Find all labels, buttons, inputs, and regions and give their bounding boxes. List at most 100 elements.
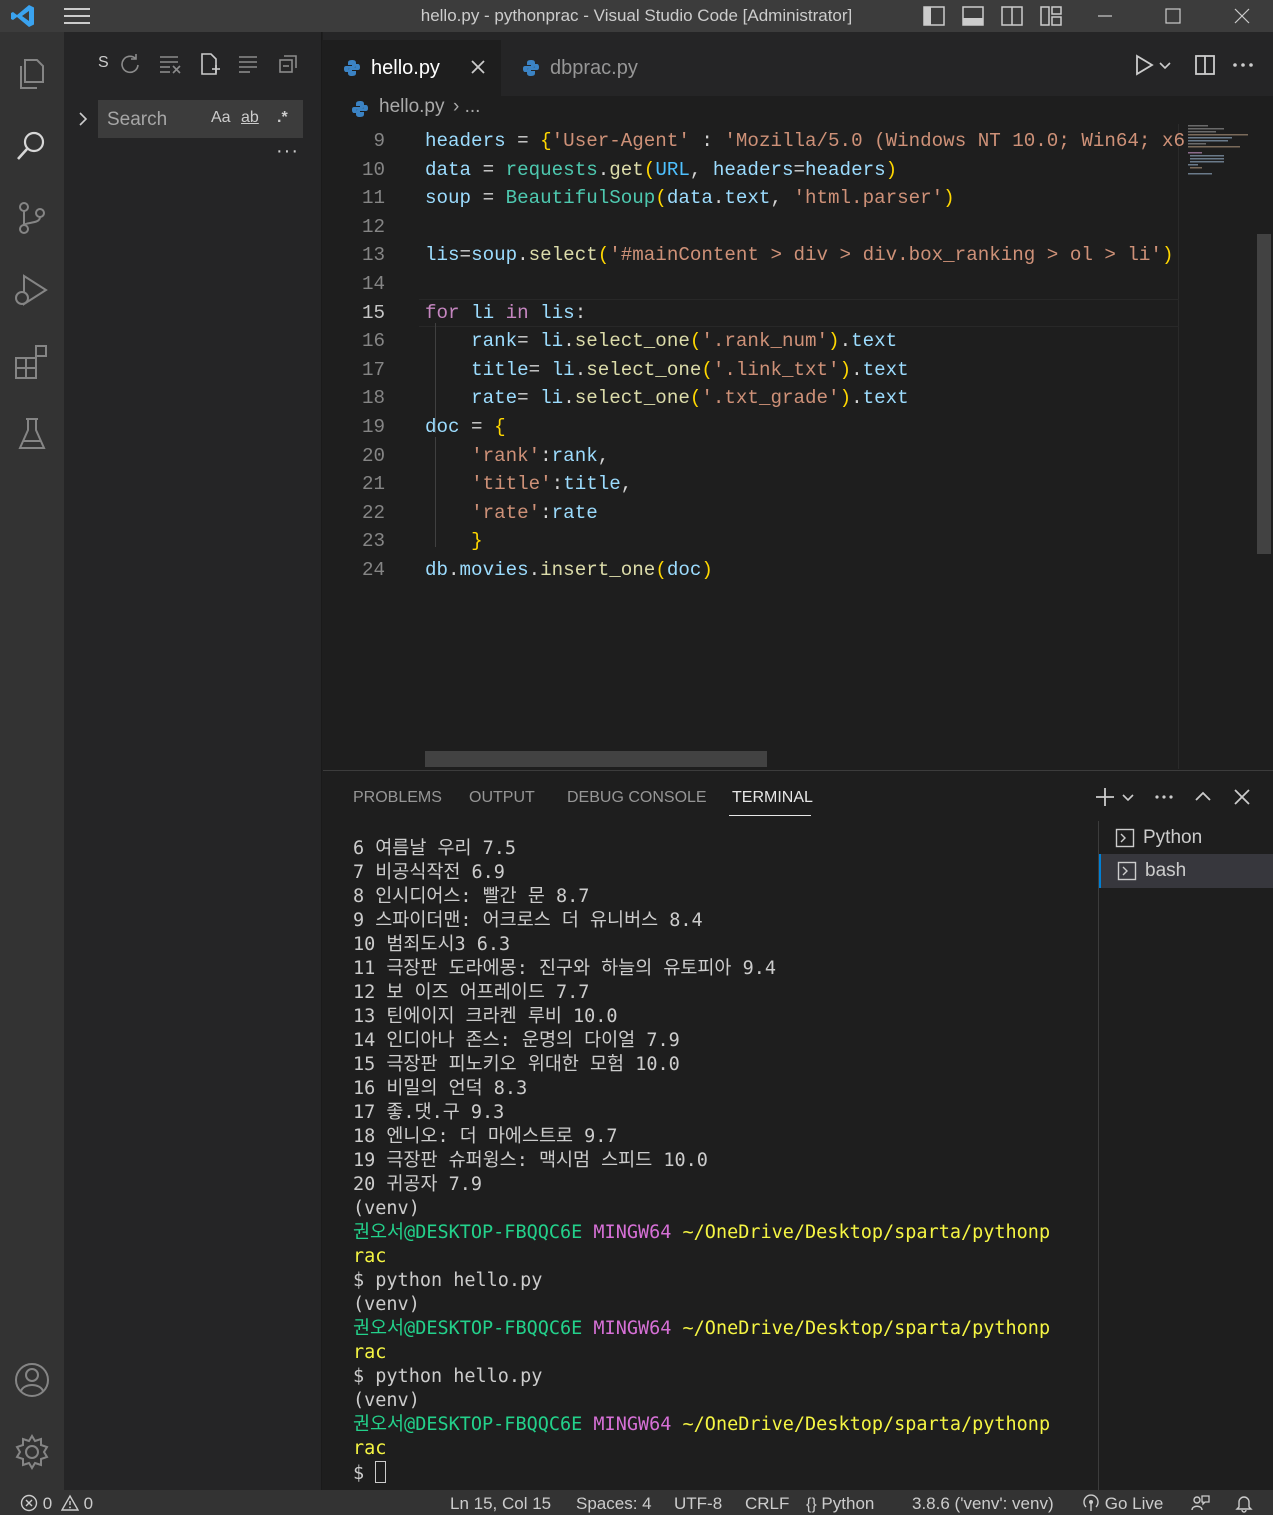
- terminal-line: 권오서@DESKTOP-FBQQC6E MINGW64 ~/OneDrive/D…: [353, 1318, 1051, 1339]
- source-control-icon[interactable]: [12, 198, 52, 238]
- terminal-icon: [1115, 828, 1135, 848]
- broadcast-icon: [1083, 1494, 1099, 1511]
- braces-icon: {}: [806, 1496, 817, 1513]
- collapse-all-icon[interactable]: [276, 52, 300, 76]
- search-icon[interactable]: [12, 126, 52, 166]
- bottom-panel: PROBLEMS OUTPUT DEBUG CONSOLE TERMINAL 6…: [323, 770, 1273, 1491]
- code-line[interactable]: 9 headers = {'User-Agent' : 'Mozilla/5.0 …: [323, 127, 1185, 155]
- customize-layout-icon[interactable]: [1038, 4, 1064, 28]
- close-window-icon[interactable]: [1229, 4, 1255, 28]
- close-tab-icon[interactable]: [469, 58, 487, 76]
- more-actions-icon[interactable]: [1230, 52, 1256, 78]
- horizontal-scrollbar[interactable]: [425, 751, 767, 767]
- notifications-bell-icon[interactable]: [1234, 1493, 1254, 1513]
- search-input[interactable]: [107, 107, 207, 133]
- toggle-sidebar-icon[interactable]: [921, 4, 947, 28]
- match-case-toggle[interactable]: Aa: [211, 109, 231, 127]
- line-source: title= li.select_one('.link_txt').text: [471, 358, 909, 381]
- code-line[interactable]: 13 lis=soup.select('#mainContent > div > …: [323, 241, 1183, 269]
- maximize-icon[interactable]: [1160, 4, 1186, 28]
- code-line[interactable]: 10 data = requests.get(URL, headers=heade…: [323, 156, 1183, 184]
- close-panel-icon[interactable]: [1230, 785, 1254, 809]
- line-number: 13: [361, 244, 385, 267]
- code-line[interactable]: 20 'rank':rank,: [323, 442, 1183, 470]
- code-line[interactable]: 14: [323, 270, 1183, 298]
- tab-label: hello.py: [371, 56, 440, 79]
- explorer-icon[interactable]: [12, 54, 52, 94]
- vscode-logo-icon[interactable]: [10, 3, 36, 29]
- testing-flask-icon[interactable]: [12, 414, 52, 454]
- breadcrumb-file[interactable]: hello.py: [379, 96, 445, 118]
- terminal-line: 권오서@DESKTOP-FBQQC6E MINGW64 ~/OneDrive/D…: [353, 1222, 1051, 1243]
- terminal-profile-chevron-icon[interactable]: [1120, 785, 1136, 809]
- tab-terminal[interactable]: TERMINAL: [732, 789, 813, 807]
- code-line[interactable]: 24 db.movies.insert_one(doc): [323, 556, 1183, 584]
- terminal-line: $ python hello.py: [353, 1366, 543, 1387]
- tab-debug-console[interactable]: DEBUG CONSOLE: [567, 789, 707, 807]
- encoding[interactable]: UTF-8: [674, 1494, 722, 1514]
- breadcrumb: hello.py › ...: [323, 96, 1273, 124]
- new-search-editor-icon[interactable]: [198, 52, 222, 76]
- window-title: hello.py - pythonprac - Visual Studio Co…: [420, 6, 853, 25]
- new-terminal-plus-icon[interactable]: [1093, 785, 1117, 809]
- tab-problems[interactable]: PROBLEMS: [353, 789, 442, 807]
- maximize-panel-chevron-up-icon[interactable]: [1191, 785, 1215, 809]
- accounts-icon[interactable]: [12, 1360, 52, 1400]
- line-number: 22: [361, 501, 385, 524]
- feedback-icon[interactable]: [1190, 1493, 1210, 1513]
- settings-gear-icon[interactable]: [12, 1432, 52, 1472]
- run-debug-icon[interactable]: [12, 270, 52, 310]
- end-of-line[interactable]: CRLF: [745, 1494, 789, 1514]
- python-interpreter[interactable]: 3.8.6 ('venv': venv): [912, 1494, 1054, 1514]
- vertical-scrollbar[interactable]: [1257, 234, 1271, 554]
- toggle-search-details-button[interactable]: ···: [276, 140, 299, 163]
- terminal-item-bash[interactable]: bash: [1099, 854, 1273, 888]
- toggle-secondary-sidebar-icon[interactable]: [999, 4, 1025, 28]
- menu-icon[interactable]: [64, 7, 90, 25]
- code-line[interactable]: 19 doc = {: [323, 413, 1183, 441]
- tab-hello-py[interactable]: hello.py: [323, 40, 501, 96]
- terminal-line: 6 여름날 우리 7.5: [353, 838, 517, 859]
- code-line[interactable]: 15 for li in lis:: [323, 298, 1183, 327]
- run-dropdown-chevron-icon[interactable]: [1157, 52, 1173, 78]
- refresh-icon[interactable]: [118, 52, 142, 76]
- language-mode[interactable]: {} Python: [806, 1494, 874, 1514]
- code-line[interactable]: 17 title= li.select_one('.link_txt').tex…: [323, 356, 1183, 384]
- panel-more-actions-icon[interactable]: [1152, 785, 1176, 809]
- code-line[interactable]: 11 soup = BeautifulSoup(data.text, 'html.…: [323, 184, 1183, 212]
- code-line[interactable]: 23 }: [323, 527, 1183, 555]
- use-regex-toggle[interactable]: .*: [277, 109, 288, 127]
- tab-dbprac-py[interactable]: dbprac.py: [502, 40, 681, 96]
- code-line[interactable]: 12: [323, 213, 1183, 241]
- clear-results-icon[interactable]: [158, 52, 182, 76]
- cursor-position[interactable]: Ln 15, Col 15: [450, 1494, 551, 1514]
- match-whole-word-toggle[interactable]: ab: [241, 109, 259, 127]
- extensions-icon[interactable]: [12, 342, 52, 382]
- breadcrumb-symbols[interactable]: › ...: [453, 96, 480, 118]
- split-editor-icon[interactable]: [1192, 52, 1218, 78]
- terminal-line: 13 틴에이지 크라켄 루비 10.0: [353, 1006, 618, 1027]
- run-python-file-icon[interactable]: [1131, 52, 1157, 78]
- code-editor[interactable]: 9 headers = {'User-Agent' : 'Mozilla/5.0 …: [323, 124, 1273, 769]
- line-number: 23: [361, 530, 385, 553]
- minimap[interactable]: [1186, 124, 1256, 184]
- active-tab-indicator: [729, 815, 811, 816]
- line-number: 12: [361, 215, 385, 238]
- toggle-panel-icon[interactable]: [960, 4, 986, 28]
- tab-output[interactable]: OUTPUT: [469, 789, 535, 807]
- terminal-output[interactable]: 6 여름날 우리 7.5 7 비공식작전 6.9 8 인시디어스: 빨간 문 8.7…: [353, 837, 1093, 1486]
- line-number: 18: [361, 387, 385, 410]
- go-live-button[interactable]: Go Live: [1082, 1494, 1163, 1514]
- indentation[interactable]: Spaces: 4: [576, 1494, 652, 1514]
- code-line[interactable]: 22 'rate':rate: [323, 499, 1183, 527]
- terminal-item-python[interactable]: Python: [1099, 821, 1273, 855]
- view-as-tree-icon[interactable]: [236, 52, 260, 76]
- code-line[interactable]: 18 rate= li.select_one('.txt_grade').tex…: [323, 384, 1183, 412]
- minimize-icon[interactable]: [1092, 4, 1118, 28]
- line-source: 'title':title,: [471, 473, 633, 496]
- code-line[interactable]: 16 rank= li.select_one('.rank_num').text: [323, 327, 1183, 355]
- toggle-replace-chevron-icon[interactable]: [76, 110, 90, 128]
- problems-status[interactable]: 0 0: [20, 1494, 93, 1514]
- line-number: 10: [361, 158, 385, 181]
- code-line[interactable]: 21 'title':title,: [323, 470, 1183, 498]
